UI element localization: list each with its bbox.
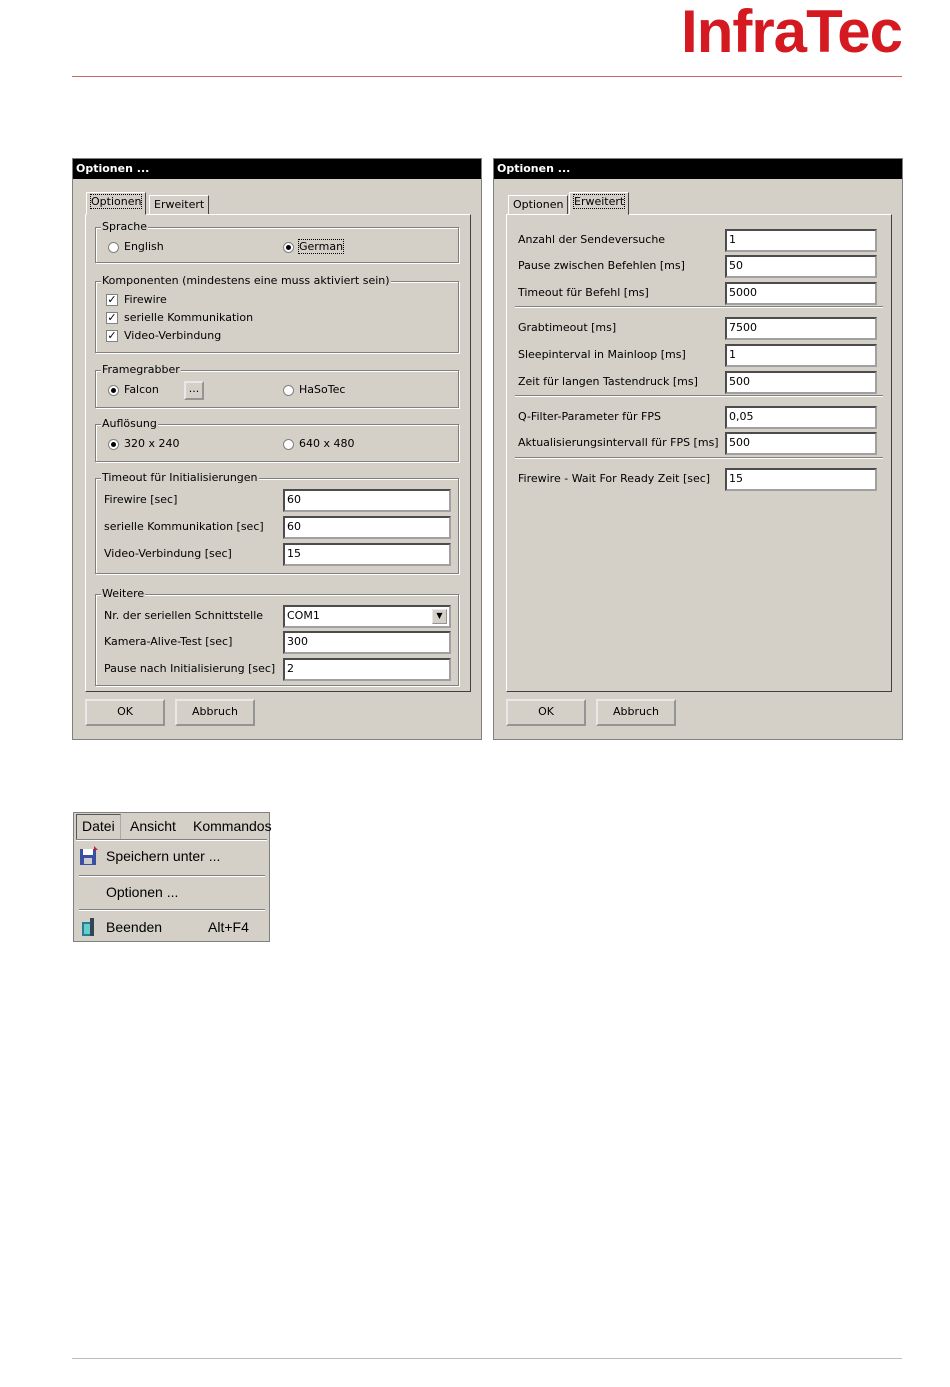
menu-ansicht[interactable]: Ansicht xyxy=(130,813,176,839)
port-label: Nr. der seriellen Schnittstelle xyxy=(104,609,264,622)
ok-button[interactable]: OK xyxy=(85,699,165,726)
tab-optionen[interactable]: Optionen xyxy=(508,195,569,215)
adv-row-label: Anzahl der Sendeversuche xyxy=(518,233,666,246)
timeout-seriell-input[interactable]: 60 xyxy=(283,516,451,539)
timeout-video-input[interactable]: 15 xyxy=(283,543,451,566)
adv-row-label: Firewire - Wait For Ready Zeit [sec] xyxy=(518,472,711,485)
ok-button[interactable]: OK xyxy=(506,699,586,726)
checkbox-firewire[interactable]: ✓ xyxy=(106,294,118,306)
optionen-label: Optionen ... xyxy=(106,884,179,900)
speichern-label: Speichern unter ... xyxy=(106,848,221,864)
adv-row-label: Q-Filter-Parameter für FPS xyxy=(518,410,661,423)
beenden-shortcut: Alt+F4 xyxy=(208,919,249,935)
firewire-label: Firewire xyxy=(124,293,167,306)
dialog-title: Optionen ... xyxy=(73,159,481,179)
cancel-button[interactable]: Abbruch xyxy=(596,699,676,726)
komponenten-label: Komponenten (mindestens eine muss aktivi… xyxy=(101,274,391,287)
row-separator xyxy=(515,457,883,459)
res-320-label: 320 x 240 xyxy=(124,437,180,450)
options-dialog-advanced: Optionen ... Optionen Erweitert Anzahl d… xyxy=(493,158,903,740)
tab-erweitert[interactable]: Erweitert xyxy=(569,192,630,215)
cancel-button[interactable]: Abbruch xyxy=(175,699,255,726)
port-select[interactable]: COM1 ▼ xyxy=(283,605,451,628)
alive-input[interactable]: 300 xyxy=(283,631,451,654)
beenden-label: Beenden xyxy=(106,919,163,935)
row-separator xyxy=(515,395,883,397)
infratec-logo: InfraTec xyxy=(681,0,903,65)
adv-row-input[interactable]: 5000 xyxy=(725,282,877,305)
weitere-group: Weitere Nr. der seriellen Schnittstelle … xyxy=(95,587,459,686)
adv-row-label: Pause zwischen Befehlen [ms] xyxy=(518,259,685,272)
video-label: Video-Verbindung xyxy=(124,329,222,342)
german-label: German xyxy=(297,239,345,254)
header-rule xyxy=(72,76,902,77)
adv-row-label: Grabtimeout [ms] xyxy=(518,321,617,334)
framegrabber-group: Framegrabber Falcon ... HaSoTec xyxy=(95,363,459,408)
sprache-label: Sprache xyxy=(101,220,149,233)
adv-row-label: Aktualisierungsintervall für FPS [ms] xyxy=(518,436,719,449)
menu-datei[interactable]: Datei xyxy=(76,814,121,840)
adv-row-input[interactable]: 50 xyxy=(725,255,877,278)
timeout-firewire-input[interactable]: 60 xyxy=(283,489,451,512)
timeout-group: Timeout für Initialisierungen Firewire [… xyxy=(95,471,459,574)
tab-erweitert[interactable]: Erweitert xyxy=(149,195,210,215)
radio-640[interactable] xyxy=(283,439,294,450)
exit-icon xyxy=(82,918,94,936)
adv-row-input[interactable]: 0,05 xyxy=(725,406,877,429)
timeout-firewire-label: Firewire [sec] xyxy=(104,493,178,506)
adv-row-label: Timeout für Befehl [ms] xyxy=(518,286,649,299)
options-dialog: Optionen ... Optionen Erweitert Sprache … xyxy=(72,158,482,740)
save-icon xyxy=(80,846,98,865)
timeout-seriell-label: serielle Kommunikation [sec] xyxy=(104,520,264,533)
radio-hasotec[interactable] xyxy=(283,385,294,396)
tab-panel: Sprache English German Komponenten (mind… xyxy=(85,214,471,692)
adv-row-label: Sleepinterval in Mainloop [ms] xyxy=(518,348,686,361)
timeout-label: Timeout für Initialisierungen xyxy=(101,471,259,484)
tab-optionen[interactable]: Optionen xyxy=(86,192,147,215)
menu-item-beenden[interactable]: Beenden Alt+F4 xyxy=(78,912,264,942)
komponenten-group: Komponenten (mindestens eine muss aktivi… xyxy=(95,274,459,353)
dialog-title: Optionen ... xyxy=(494,159,902,179)
radio-falcon[interactable] xyxy=(108,385,119,396)
timeout-video-label: Video-Verbindung [sec] xyxy=(104,547,232,560)
alive-label: Kamera-Alive-Test [sec] xyxy=(104,635,233,648)
aufloesung-label: Auflösung xyxy=(101,417,158,430)
checkbox-video[interactable]: ✓ xyxy=(106,330,118,342)
port-value: COM1 xyxy=(287,609,320,622)
chevron-down-icon[interactable]: ▼ xyxy=(432,609,447,624)
browse-button[interactable]: ... xyxy=(184,381,204,400)
adv-row-input[interactable]: 1 xyxy=(725,344,877,367)
framegrabber-label: Framegrabber xyxy=(101,363,181,376)
sprache-group: Sprache English German xyxy=(95,220,459,263)
pause-input[interactable]: 2 xyxy=(283,658,451,681)
adv-row-label: Zeit für langen Tastendruck [ms] xyxy=(518,375,698,388)
seriell-label: serielle Kommunikation xyxy=(124,311,254,324)
radio-320[interactable] xyxy=(108,439,119,450)
falcon-label: Falcon xyxy=(124,383,159,396)
row-separator xyxy=(515,306,883,308)
menu-kommandos[interactable]: Kommandos xyxy=(193,813,272,839)
english-label: English xyxy=(124,240,164,253)
menu-divider xyxy=(79,909,265,911)
adv-row-input[interactable]: 15 xyxy=(725,468,877,491)
adv-row-input[interactable]: 7500 xyxy=(725,317,877,340)
file-menu: Datei Ansicht Kommandos Speichern unter … xyxy=(73,812,272,942)
aufloesung-group: Auflösung 320 x 240 640 x 480 xyxy=(95,417,459,462)
checkbox-seriell[interactable]: ✓ xyxy=(106,312,118,324)
res-640-label: 640 x 480 xyxy=(299,437,355,450)
radio-german[interactable] xyxy=(283,242,294,253)
pause-label: Pause nach Initialisierung [sec] xyxy=(104,662,276,675)
adv-row-input[interactable]: 500 xyxy=(725,371,877,394)
hasotec-label: HaSoTec xyxy=(299,383,346,396)
weitere-label: Weitere xyxy=(101,587,146,600)
tab-panel: Anzahl der Sendeversuche 1 Pause zwischen … xyxy=(506,214,892,692)
adv-row-input[interactable]: 500 xyxy=(725,432,877,455)
footer-rule xyxy=(72,1358,902,1359)
adv-row-input[interactable]: 1 xyxy=(725,229,877,252)
radio-english[interactable] xyxy=(108,242,119,253)
